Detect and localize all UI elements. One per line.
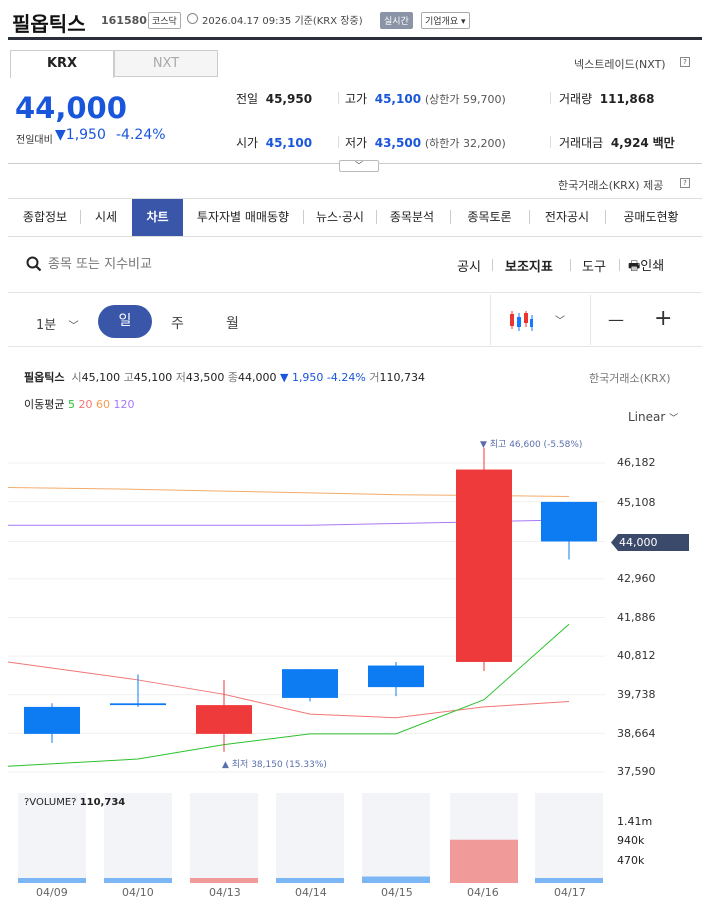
volume-bar bbox=[190, 878, 258, 883]
candle-body bbox=[196, 705, 252, 734]
tab-overview[interactable]: 종합정보 bbox=[12, 199, 78, 236]
provider-note: 한국거래소(KRX) 제공 bbox=[558, 179, 664, 192]
print-button[interactable]: 🖶인쇄 bbox=[628, 255, 664, 279]
volume-tick: 940k bbox=[617, 834, 645, 847]
disclosure-button[interactable]: 공시 bbox=[457, 256, 481, 275]
y-tick-label: 40,812 bbox=[617, 649, 656, 662]
info-icon[interactable]: ? bbox=[680, 57, 690, 67]
current-price: 44,000 bbox=[15, 91, 127, 125]
tab-quotes[interactable]: 시세 bbox=[82, 199, 130, 236]
volume-bar bbox=[276, 878, 344, 883]
tab-discussion[interactable]: 종목토론 bbox=[452, 199, 527, 236]
tab-investor-trading[interactable]: 투자자별 매매동향 bbox=[185, 199, 301, 236]
stock-code: 161580 bbox=[101, 14, 147, 27]
volume-bar bbox=[18, 878, 86, 883]
x-tick-label: 04/14 bbox=[295, 886, 327, 899]
down-arrow-icon: ▼ bbox=[55, 127, 66, 143]
tab-nxt[interactable]: NXT bbox=[114, 50, 218, 77]
company-overview-button[interactable]: 기업개요 ▾ bbox=[421, 12, 470, 29]
chevron-down-icon: ﹀ bbox=[669, 414, 679, 424]
printer-icon: 🖶 bbox=[628, 259, 641, 274]
x-tick-label: 04/13 bbox=[209, 886, 241, 899]
candle-body bbox=[282, 669, 338, 698]
volume-label: ?VOLUME? 110,734 bbox=[24, 797, 126, 808]
period-month-button[interactable]: 월 bbox=[226, 313, 239, 333]
market-badge: 코스닥 bbox=[148, 12, 181, 29]
change-value: ▼1,950 bbox=[55, 127, 106, 143]
live-badge: 실시간 bbox=[380, 12, 413, 29]
timestamp: 2026.04.17 09:35 기준(KRX 장중) bbox=[202, 16, 363, 27]
chevron-down-icon[interactable]: ﹀ bbox=[555, 312, 565, 327]
chart-source: 한국거래소(KRX) bbox=[589, 372, 671, 385]
min-price-note: ▲ 최저 38,150 (15.33%) bbox=[222, 760, 327, 770]
max-price-note: ▼ 최고 46,600 (-5.58%) bbox=[480, 440, 583, 450]
volume-bg bbox=[190, 793, 258, 883]
y-tick-label: 46,182 bbox=[617, 456, 656, 469]
nxt-link[interactable]: 넥스트레이드(NXT) bbox=[574, 56, 666, 72]
volume-bg bbox=[362, 793, 430, 883]
zoom-out-button[interactable]: — bbox=[608, 310, 624, 329]
change-label: 전일대비 bbox=[16, 135, 53, 146]
chevron-down-icon: ﹀ bbox=[355, 161, 363, 170]
stat-prev: 전일 45,950 bbox=[236, 92, 313, 106]
y-tick-label: 42,960 bbox=[617, 572, 656, 585]
tab-krx[interactable]: KRX bbox=[10, 50, 114, 78]
tab-news[interactable]: 뉴스·공시 bbox=[306, 199, 374, 236]
stat-volume: 거래량 111,868 bbox=[559, 92, 655, 106]
chart-ohlc-info: 필옵틱스 시45,100 고45,100 저43,500 종44,000 ▼ 1… bbox=[24, 371, 425, 384]
stat-high: 고가 45,100 (상한가 59,700) bbox=[345, 92, 506, 106]
last-price-marker: 44,000 bbox=[611, 534, 689, 551]
volume-tick: 1.41m bbox=[617, 815, 653, 828]
period-week-button[interactable]: 주 bbox=[171, 313, 184, 333]
tab-short-selling[interactable]: 공매도현황 bbox=[608, 199, 694, 236]
ma-legend: 이동평균 5 20 60 120 bbox=[24, 398, 135, 411]
stock-name: 필옵틱스 bbox=[12, 12, 86, 36]
x-tick-label: 04/10 bbox=[122, 886, 154, 899]
candle-body bbox=[110, 703, 166, 706]
expand-toggle-button[interactable]: ﹀ bbox=[339, 160, 379, 172]
y-tick-label: 38,664 bbox=[617, 727, 656, 740]
stat-low: 저가 43,500 (하한가 32,200) bbox=[345, 136, 506, 150]
candle-type-icon[interactable] bbox=[508, 309, 534, 333]
tab-e-disclosure[interactable]: 전자공시 bbox=[531, 199, 603, 236]
tools-button[interactable]: 도구 bbox=[582, 256, 606, 275]
interval-select[interactable]: 1분 ﹀ bbox=[36, 314, 79, 333]
volume-tick: 470k bbox=[617, 854, 645, 867]
volume-bar bbox=[362, 876, 430, 883]
stat-open: 시가 45,100 bbox=[236, 136, 313, 150]
info-icon[interactable]: ? bbox=[680, 178, 690, 188]
tab-chart[interactable]: 차트 bbox=[132, 199, 183, 236]
price-chart[interactable] bbox=[0, 425, 702, 885]
stat-amount: 거래대금 4,924 백만 bbox=[559, 136, 675, 150]
volume-bg bbox=[535, 793, 603, 883]
y-tick-label: 45,108 bbox=[617, 496, 656, 509]
clock-icon bbox=[187, 13, 198, 24]
zoom-in-button[interactable]: + bbox=[654, 306, 672, 331]
chevron-down-icon: ▾ bbox=[461, 17, 466, 27]
volume-bar bbox=[104, 878, 172, 883]
candle-body bbox=[368, 665, 424, 688]
x-tick-label: 04/15 bbox=[381, 886, 413, 899]
period-day-button[interactable]: 일 bbox=[98, 305, 152, 338]
tab-analysis[interactable]: 종목분석 bbox=[378, 199, 446, 236]
change-percent: -4.24% bbox=[116, 127, 166, 143]
scale-select[interactable]: Linear ﹀ bbox=[628, 410, 678, 424]
candle-body bbox=[24, 706, 80, 734]
y-tick-label: 41,886 bbox=[617, 611, 656, 624]
chevron-down-icon: ﹀ bbox=[68, 321, 79, 332]
x-tick-label: 04/16 bbox=[467, 886, 499, 899]
x-tick-label: 04/17 bbox=[554, 886, 586, 899]
y-tick-label: 39,738 bbox=[617, 688, 656, 701]
search-icon bbox=[26, 256, 42, 272]
volume-bg bbox=[276, 793, 344, 883]
compare-search-input[interactable] bbox=[48, 254, 248, 274]
candle-body bbox=[456, 469, 512, 662]
volume-bar bbox=[450, 839, 518, 883]
x-tick-label: 04/09 bbox=[36, 886, 68, 899]
y-tick-label: 37,590 bbox=[617, 765, 656, 778]
volume-bar bbox=[535, 878, 603, 883]
indicators-button[interactable]: 보조지표 bbox=[505, 256, 553, 275]
candle-body bbox=[541, 501, 597, 542]
